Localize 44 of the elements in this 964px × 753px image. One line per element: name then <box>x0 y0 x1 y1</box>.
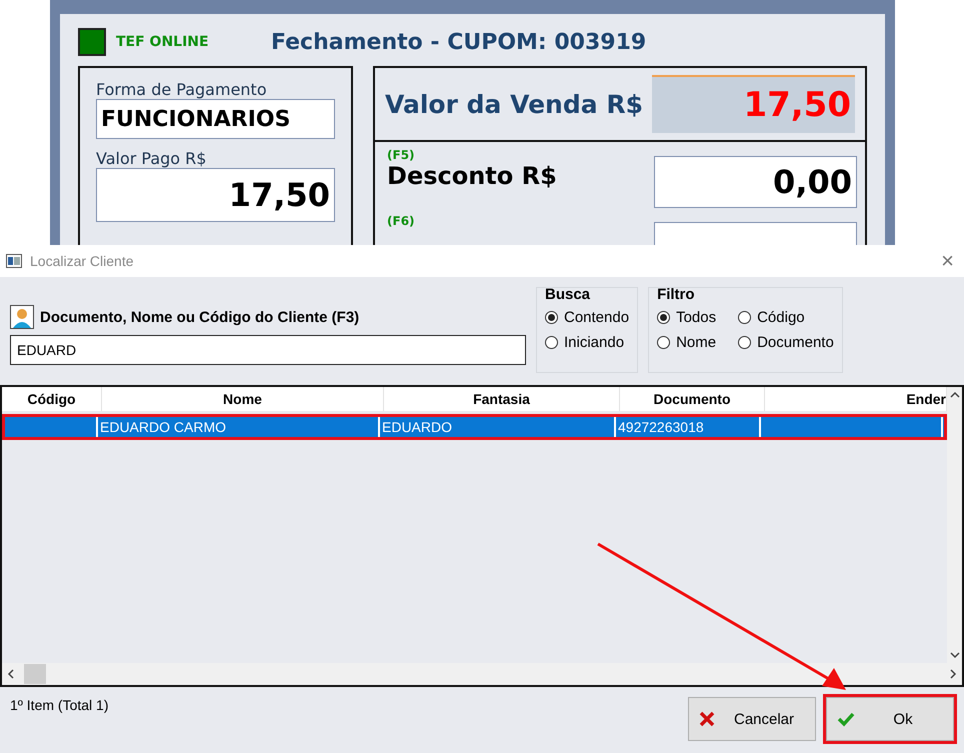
sale-total-value: 17,50 <box>652 75 855 133</box>
radio-option[interactable]: Código <box>738 309 834 326</box>
field-label: Desconto R$ <box>387 162 557 190</box>
column-header[interactable]: Documento <box>620 387 765 411</box>
field-label: Forma de Pagamento <box>96 80 268 99</box>
scroll-thumb[interactable] <box>24 664 46 684</box>
column-header[interactable]: Código <box>2 387 102 411</box>
column-header[interactable]: Fantasia <box>384 387 620 411</box>
amount-paid-field[interactable]: 17,50 <box>96 168 336 222</box>
window-icon <box>6 254 22 268</box>
ok-button[interactable]: Ok <box>826 697 954 741</box>
table-cell: 49272263018 <box>618 419 704 435</box>
radio-option[interactable]: Iniciando <box>545 334 630 351</box>
group-title: Busca <box>545 286 592 303</box>
table-cell: EDUARDO <box>382 419 452 435</box>
amount-field[interactable]: 0,00 <box>654 156 857 208</box>
payment-method-field[interactable]: FUNCIONARIOS <box>96 99 336 139</box>
radio-option[interactable]: Documento <box>738 334 834 351</box>
scroll-left-icon[interactable] <box>6 668 16 680</box>
radio-option[interactable]: Nome <box>657 334 716 351</box>
scroll-right-icon[interactable] <box>948 668 958 680</box>
field-label: Valor Pago R$ <box>96 149 208 168</box>
search-field[interactable]: EDUARD <box>10 335 526 365</box>
person-icon <box>10 305 34 329</box>
close-button[interactable]: × <box>941 248 958 274</box>
table-cell: EDUARDO CARMO <box>100 419 226 435</box>
tef-status-label: TEF ONLINE <box>116 34 210 50</box>
shortcut-key-label: (F5) <box>387 148 416 162</box>
cross-icon <box>699 711 715 727</box>
radio-option[interactable]: Contendo <box>545 309 630 326</box>
cancel-button[interactable]: Cancelar <box>688 697 816 741</box>
dialog-title: Localizar Cliente <box>30 253 134 269</box>
window-title: Fechamento - CUPOM: 003919 <box>271 30 646 54</box>
table-row[interactable]: EDUARDO CARMO EDUARDO 49272263018 <box>2 414 947 440</box>
group-title: Filtro <box>657 286 696 303</box>
shortcut-key-label: (F6) <box>387 214 415 228</box>
radio-option[interactable]: Todos <box>657 309 716 326</box>
column-header[interactable]: Nome <box>102 387 384 411</box>
sale-total-label: Valor da Venda R$ <box>385 90 643 118</box>
vertical-scrollbar[interactable] <box>947 387 962 663</box>
horizontal-scrollbar[interactable] <box>2 663 962 685</box>
status-text: 1º Item (Total 1) <box>10 697 108 715</box>
search-label: Documento, Nome ou Código do Cliente (F3) <box>40 308 360 326</box>
checkmark-icon <box>837 711 855 727</box>
